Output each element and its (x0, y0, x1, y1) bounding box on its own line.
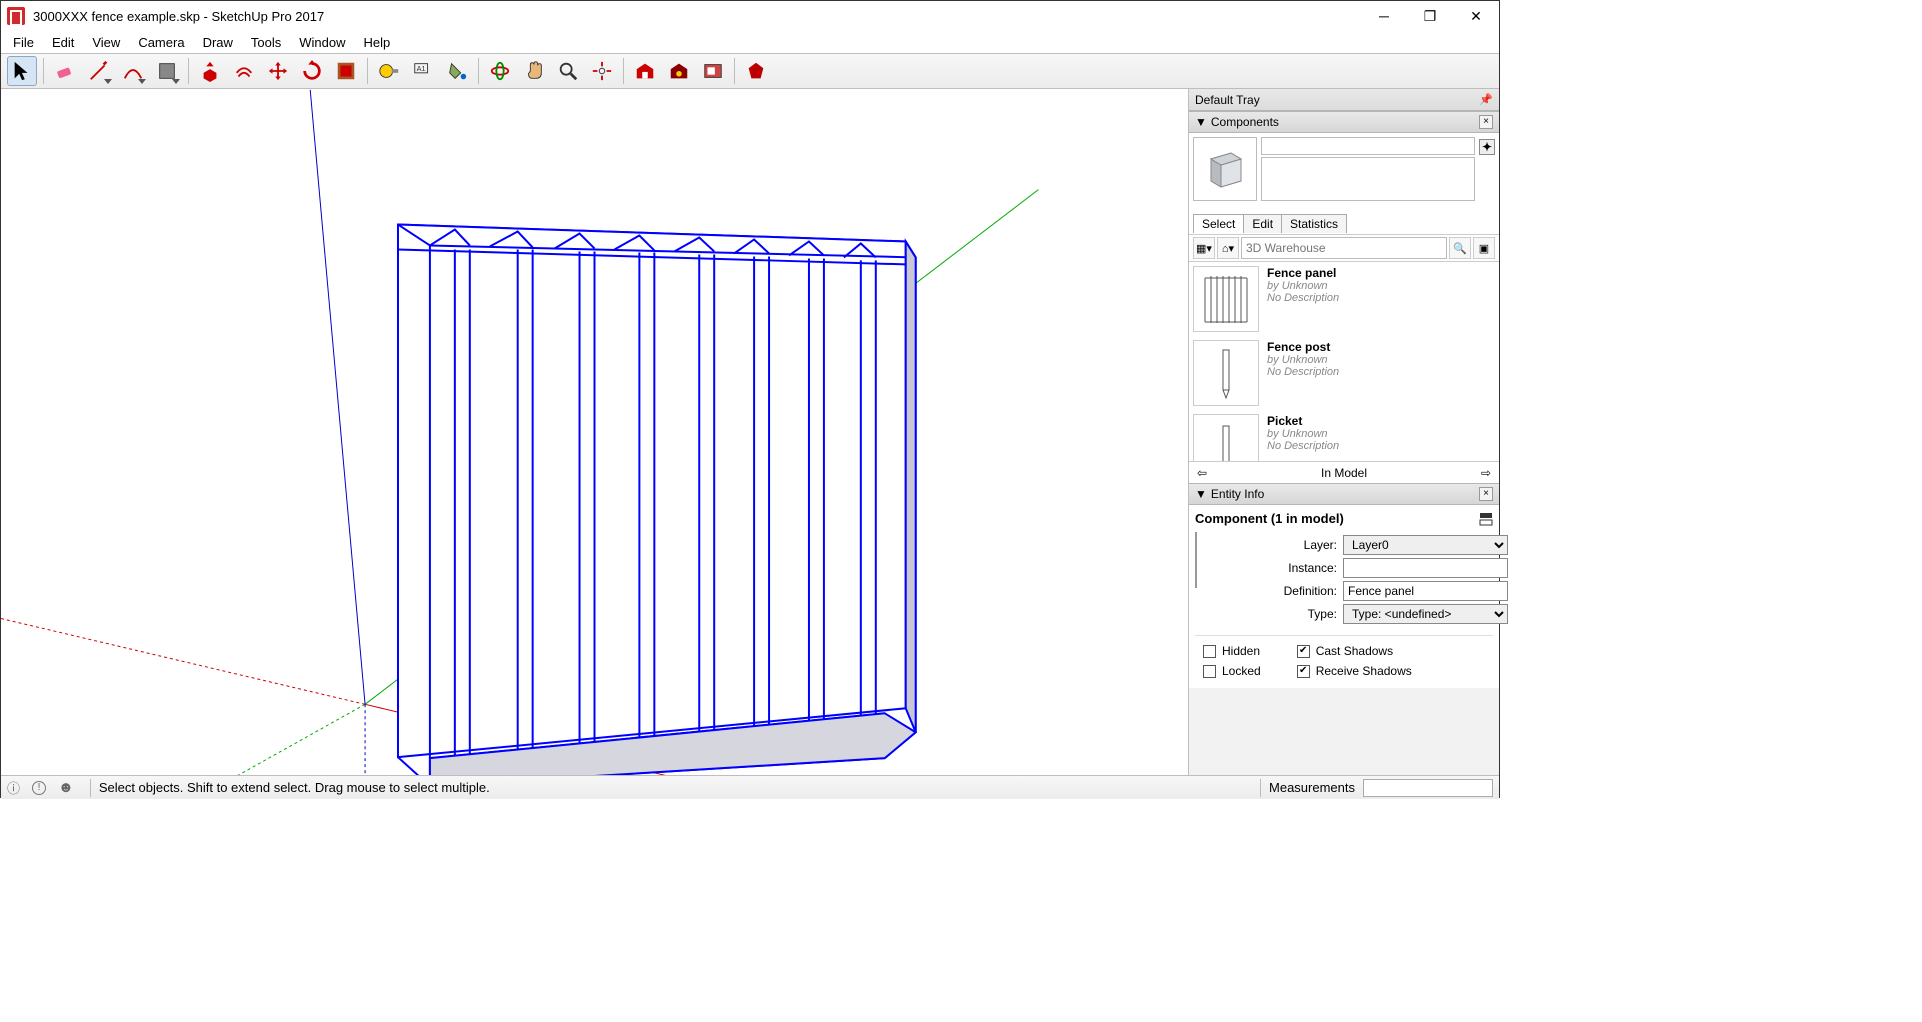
toolbar: A1 (1, 53, 1499, 89)
component-list[interactable]: Fence panel by Unknown No Description Fe… (1189, 261, 1499, 461)
menu-camera[interactable]: Camera (130, 33, 192, 52)
receive-shadows-checkbox[interactable]: ✔Receive Shadows (1297, 664, 1412, 678)
status-bar: ⓘ ! ☻ Select objects. Shift to extend se… (1, 775, 1499, 799)
tray-pin-icon[interactable]: 📌 (1479, 93, 1493, 106)
entity-info-panel-header[interactable]: ▼ Entity Info × (1189, 483, 1499, 505)
scale-tool[interactable] (331, 56, 361, 86)
zoom-extents-tool[interactable] (587, 56, 617, 86)
layout-tool[interactable] (698, 56, 728, 86)
paint-tool[interactable] (442, 56, 472, 86)
entity-close-button[interactable]: × (1479, 487, 1493, 501)
status-hint: Select objects. Shift to extend select. … (99, 780, 490, 795)
collapse-icon: ▼ (1195, 487, 1207, 501)
components-panel-header[interactable]: ▼ Components × (1189, 111, 1499, 133)
component-description-input[interactable] (1261, 157, 1475, 201)
close-button[interactable]: ✕ (1453, 1, 1499, 31)
minimize-button[interactable]: ─ (1361, 1, 1407, 31)
default-tray: Default Tray 📌 ▼ Components × ✦ (1189, 89, 1499, 775)
arc-tool[interactable] (118, 56, 148, 86)
breadcrumb: In Model (1321, 466, 1367, 480)
list-item[interactable]: Fence panel by Unknown No Description (1189, 262, 1499, 336)
tab-select[interactable]: Select (1193, 214, 1244, 233)
menu-draw[interactable]: Draw (195, 33, 241, 52)
viewport-3d[interactable] (1, 89, 1189, 775)
locked-checkbox[interactable]: Locked (1203, 664, 1261, 678)
line-tool[interactable] (84, 56, 114, 86)
measurements-label: Measurements (1269, 780, 1355, 795)
user-icon[interactable]: ☻ (58, 779, 74, 796)
ruby-tool[interactable] (741, 56, 771, 86)
rotate-tool[interactable] (297, 56, 327, 86)
instance-input[interactable] (1343, 558, 1508, 578)
search-button[interactable]: 🔍 (1449, 237, 1471, 259)
view-options-button[interactable]: ▦▾ (1193, 237, 1215, 259)
svg-text:A1: A1 (417, 64, 426, 73)
nav-back-button[interactable]: ⇦ (1193, 466, 1211, 480)
text-tool[interactable]: A1 (408, 56, 438, 86)
pushpull-tool[interactable] (195, 56, 225, 86)
menubar: File Edit View Camera Draw Tools Window … (1, 31, 1499, 53)
eraser-tool[interactable] (50, 56, 80, 86)
hidden-checkbox[interactable]: Hidden (1203, 644, 1261, 658)
select-tool[interactable] (7, 56, 37, 86)
menu-edit[interactable]: Edit (44, 33, 82, 52)
maximize-button[interactable]: ❐ (1407, 1, 1453, 31)
orbit-tool[interactable] (485, 56, 515, 86)
cast-shadows-checkbox[interactable]: ✔Cast Shadows (1297, 644, 1412, 658)
tape-tool[interactable] (374, 56, 404, 86)
details-button[interactable]: ▣ (1473, 237, 1495, 259)
measurements-input[interactable] (1363, 779, 1493, 797)
warehouse-tool[interactable] (630, 56, 660, 86)
entity-toggle-button[interactable] (1479, 512, 1493, 526)
move-tool[interactable] (263, 56, 293, 86)
menu-view[interactable]: View (84, 33, 128, 52)
tab-statistics[interactable]: Statistics (1281, 214, 1347, 233)
geo-icon[interactable]: ! (32, 781, 46, 795)
menu-tools[interactable]: Tools (243, 33, 289, 52)
definition-input[interactable] (1343, 581, 1508, 601)
pan-tool[interactable] (519, 56, 549, 86)
zoom-tool[interactable] (553, 56, 583, 86)
component-thumbnail (1193, 137, 1257, 201)
offset-tool[interactable] (229, 56, 259, 86)
components-close-button[interactable]: × (1479, 115, 1493, 129)
extension-warehouse-tool[interactable] (664, 56, 694, 86)
shape-tool[interactable] (152, 56, 182, 86)
type-select[interactable]: Type: <undefined> (1343, 604, 1508, 624)
nav-forward-button[interactable]: ⇨ (1477, 466, 1495, 480)
list-item[interactable]: Fence post by Unknown No Description (1189, 336, 1499, 410)
entity-heading: Component (1 in model) (1195, 511, 1344, 526)
help-icon[interactable]: ⓘ (7, 778, 20, 797)
tray-title: Default Tray (1195, 93, 1260, 107)
window-title: 3000XXX fence example.skp - SketchUp Pro… (33, 9, 324, 24)
layer-select[interactable]: Layer0 (1343, 535, 1508, 555)
menu-file[interactable]: File (5, 33, 42, 52)
component-name-input[interactable] (1261, 137, 1475, 155)
component-advanced-button[interactable]: ✦ (1479, 139, 1495, 155)
material-swatch[interactable] (1195, 532, 1197, 588)
list-item[interactable]: Picket by Unknown No Description (1189, 410, 1499, 461)
collapse-icon: ▼ (1195, 115, 1207, 129)
nav-home-button[interactable]: ⌂▾ (1217, 237, 1239, 259)
menu-window[interactable]: Window (291, 33, 353, 52)
app-icon (7, 7, 25, 25)
tab-edit[interactable]: Edit (1243, 214, 1282, 233)
menu-help[interactable]: Help (356, 33, 399, 52)
search-input[interactable] (1241, 237, 1447, 259)
